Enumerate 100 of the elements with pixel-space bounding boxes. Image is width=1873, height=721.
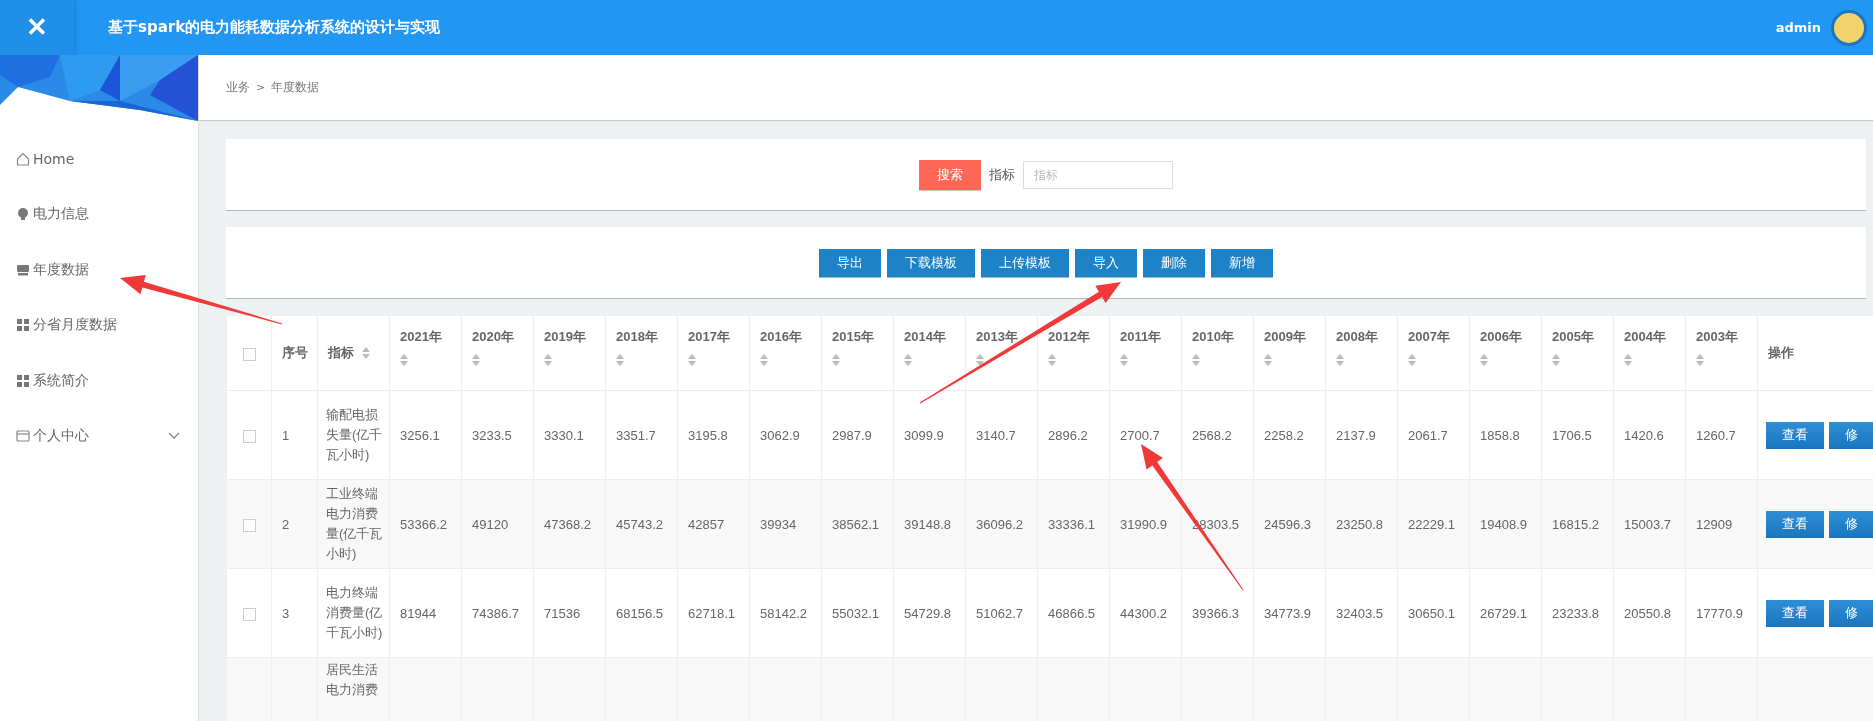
- column-header: 2011年: [1120, 328, 1162, 346]
- table-cell: 38562.1: [832, 516, 879, 532]
- table-cell: 3256.1: [400, 427, 440, 443]
- column-header: 2016年: [760, 328, 802, 346]
- sidebar-item[interactable]: 分省月度数据: [0, 297, 198, 353]
- table-cell: 49120: [472, 516, 509, 532]
- column-header: 2014年: [904, 328, 946, 346]
- toolbar-button[interactable]: 上传模板: [981, 248, 1069, 277]
- table-cell: 23250.8: [1336, 516, 1383, 532]
- table-cell: 32403.5: [1336, 605, 1383, 621]
- tray-icon: [16, 262, 30, 277]
- sort-icon[interactable]: [1192, 354, 1200, 366]
- sort-icon[interactable]: [1048, 354, 1056, 366]
- table-cell: 1858.8: [1480, 427, 1520, 443]
- table-cell-text: 工业终端电力消费量(亿千瓦小时): [326, 485, 383, 563]
- sort-icon[interactable]: [1696, 354, 1704, 366]
- sort-icon[interactable]: [616, 354, 624, 366]
- column-header: 2004年: [1624, 328, 1666, 346]
- sort-icon[interactable]: [976, 354, 984, 366]
- table-cell: 20550.8: [1624, 605, 1671, 621]
- user-name[interactable]: admin: [1775, 20, 1821, 35]
- sidebar-item[interactable]: Home: [0, 131, 198, 187]
- sort-icon[interactable]: [544, 354, 552, 366]
- action-button[interactable]: 修: [1829, 421, 1873, 449]
- table-cell: 12909: [1696, 516, 1733, 532]
- table-cell: 2700.7: [1120, 427, 1160, 443]
- sort-icon[interactable]: [904, 354, 912, 366]
- table-cell: 22229.1: [1408, 516, 1455, 532]
- sidebar-item[interactable]: 电力信息: [0, 186, 198, 242]
- breadcrumb-separator: >: [256, 81, 266, 94]
- sidebar-item[interactable]: 年度数据: [0, 242, 198, 298]
- sort-icon[interactable]: [760, 354, 768, 366]
- table-cell: 1420.6: [1624, 427, 1664, 443]
- table-cell: 2258.2: [1264, 427, 1304, 443]
- sort-icon[interactable]: [472, 354, 480, 366]
- breadcrumb-item[interactable]: 业务: [226, 79, 250, 96]
- column-header: 2006年: [1480, 328, 1522, 346]
- column-header: 2009年: [1264, 328, 1306, 346]
- column-header: 2015年: [832, 328, 874, 346]
- column-header: 操作: [1768, 344, 1794, 362]
- sort-icon[interactable]: [1408, 354, 1416, 366]
- input-field[interactable]: 指标: [1023, 160, 1173, 189]
- table-cell: 19408.9: [1480, 516, 1527, 532]
- table-cell: 3: [282, 605, 290, 621]
- sort-icon[interactable]: [688, 354, 696, 366]
- table-cell: 74386.7: [472, 605, 519, 621]
- sort-icon[interactable]: [1552, 354, 1560, 366]
- sidebar-item[interactable]: 个人中心: [0, 408, 198, 464]
- column-header: 2020年: [472, 328, 514, 346]
- table-cell: 51062.7: [976, 605, 1023, 621]
- avatar[interactable]: [1831, 9, 1867, 46]
- checkbox[interactable]: [242, 518, 256, 532]
- table-cell: 16815.2: [1552, 516, 1599, 532]
- column-header: 2017年: [688, 328, 730, 346]
- action-button[interactable]: 查看: [1766, 510, 1824, 538]
- action-button[interactable]: 查看: [1766, 421, 1824, 449]
- table-cell: 30650.1: [1408, 605, 1455, 621]
- column-header: 2005年: [1552, 328, 1594, 346]
- table-cell: 3351.7: [616, 427, 656, 443]
- table-cell: 3062.9: [760, 427, 800, 443]
- action-button[interactable]: 修: [1829, 510, 1873, 538]
- toolbar-button[interactable]: 导出: [819, 248, 881, 277]
- sort-icon[interactable]: [1264, 354, 1272, 366]
- column-header: 2007年: [1408, 328, 1450, 346]
- checkbox[interactable]: [242, 607, 256, 621]
- grid-icon: [16, 318, 30, 333]
- sort-icon[interactable]: [1480, 354, 1488, 366]
- bulb-icon: [16, 207, 30, 222]
- checkbox[interactable]: [242, 347, 256, 361]
- table-cell: 55032.1: [832, 605, 879, 621]
- card-icon: [16, 429, 30, 444]
- table-cell: 3330.1: [544, 427, 584, 443]
- table-cell: 2061.7: [1408, 427, 1448, 443]
- table-cell: 3195.8: [688, 427, 728, 443]
- column-header: 指标: [328, 344, 354, 362]
- column-header: 序号: [282, 344, 308, 362]
- table-cell: 33336.1: [1048, 516, 1095, 532]
- sort-icon[interactable]: [1624, 354, 1632, 366]
- column-header: 2021年: [400, 328, 442, 346]
- action-button[interactable]: 修: [1829, 599, 1873, 627]
- sidebar-item[interactable]: 系统简介: [0, 353, 198, 409]
- toolbar-button[interactable]: 删除: [1143, 248, 1205, 277]
- checkbox[interactable]: [242, 429, 256, 443]
- sort-icon[interactable]: [1336, 354, 1344, 366]
- table-cell: 36096.2: [976, 516, 1023, 532]
- sort-icon[interactable]: [832, 354, 840, 366]
- table-cell: 68156.5: [616, 605, 663, 621]
- table-cell: 39148.8: [904, 516, 951, 532]
- close-button[interactable]: ✕: [0, 0, 74, 55]
- table-cell: 81944: [400, 605, 437, 621]
- table-cell: 53366.2: [400, 516, 447, 532]
- sort-icon[interactable]: [362, 347, 370, 359]
- toolbar-button[interactable]: 导入: [1075, 248, 1137, 277]
- toolbar-button[interactable]: 新增: [1211, 248, 1273, 277]
- sort-icon[interactable]: [400, 354, 408, 366]
- toolbar-button[interactable]: 下载模板: [887, 248, 975, 277]
- table-cell: 17770.9: [1696, 605, 1743, 621]
- search-button[interactable]: 搜索: [919, 159, 981, 190]
- action-button[interactable]: 查看: [1766, 599, 1824, 627]
- column-header: 2010年: [1192, 328, 1234, 346]
